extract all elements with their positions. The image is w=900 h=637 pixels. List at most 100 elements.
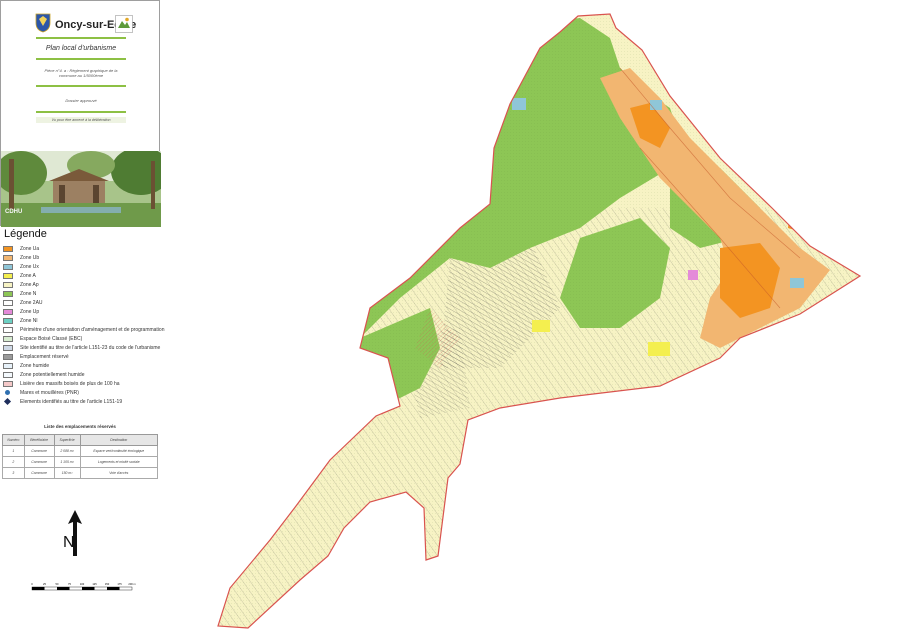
legend-label: Zone 2AU: [20, 300, 43, 306]
reserved-sites-title: Liste des emplacements réservés: [44, 424, 116, 429]
legend-label: Zone Ua: [20, 246, 40, 252]
legend-label: Site identifié au titre de l'article L15…: [20, 345, 161, 351]
legend-label: Zone N: [20, 291, 37, 297]
park-logo-icon: [115, 15, 133, 33]
legend-item: Zone potentiellement humide: [3, 371, 163, 380]
table-row: 3 Commune 150 m² Voie d'accès: [2, 467, 159, 479]
table-row: 2 Commune 1 105 m² Logements et mixité soci…: [2, 456, 159, 468]
legend-swatch: [3, 354, 13, 360]
legend-swatch: [3, 300, 13, 306]
scale-tick-label: 175: [117, 582, 122, 586]
reserved-sites-table: Numéro Bénéficiaire Superficie Destination …: [2, 434, 159, 479]
legend-swatch: [3, 345, 13, 351]
table-cell: 1 105 m²: [53, 456, 81, 468]
legend-label: Emplacement réservé: [20, 354, 69, 360]
table-header-row: Numéro Bénéficiaire Superficie Destination: [2, 434, 159, 446]
legend-swatch: [3, 318, 13, 324]
zone-ux-1[interactable]: [512, 98, 526, 110]
legend-label: Zone Ap: [20, 282, 39, 288]
zone-a-1[interactable]: [532, 320, 550, 332]
table-header-cell: Superficie: [53, 434, 81, 446]
coat-of-arms-icon: [35, 13, 51, 33]
zone-ux-2[interactable]: [650, 100, 662, 110]
legend-swatch: [3, 255, 13, 261]
table-header-cell: Numéro: [2, 434, 25, 446]
legend-label: Espace Boisé Classé (EBC): [20, 336, 83, 342]
legend-swatch: [3, 372, 13, 378]
legend-item: Zone Nl: [3, 317, 163, 326]
legend-swatch: [3, 282, 13, 288]
legend-item: Emplacement réservé: [3, 353, 163, 362]
dossier-status: Dossier approuvé: [65, 98, 97, 103]
legend-title: Légende: [4, 228, 47, 240]
scale-tick-label: 75: [68, 582, 71, 586]
legend-item: Espace Boisé Classé (EBC): [3, 335, 163, 344]
scale-tick-label: 0: [31, 582, 33, 586]
scale-bar: 0 25 50 75 100 125 150 175 200 m: [31, 582, 136, 591]
table-cell: Commune: [23, 445, 55, 457]
legend-label: Mares et mouillères (PNR): [20, 390, 79, 396]
table-cell: Voie d'accès: [79, 467, 159, 479]
divider: [36, 111, 126, 113]
legend-swatch: [3, 291, 13, 297]
cartouche-header: Oncy-sur-Ecole: [5, 9, 157, 37]
legend-label: Zone Up: [20, 309, 40, 315]
legend-item: Zone N: [3, 290, 163, 299]
legend-label: Zone Nl: [20, 318, 38, 324]
legend-swatch: [3, 381, 13, 387]
north-label: N: [63, 534, 75, 551]
table-cell: 2 088 m²: [53, 445, 81, 457]
table-cell: 2: [2, 456, 25, 468]
approval-note: Vu pour être annexé à la délibération: [36, 117, 126, 123]
legend-item: Elements identifiés au titre de l'articl…: [3, 397, 163, 407]
legend-label: Zone Ux: [20, 264, 39, 270]
legend-item: Zone Ub: [3, 254, 163, 263]
legend-item: Zone humide: [3, 362, 163, 371]
divider: [36, 58, 126, 60]
legend-label: Zone A: [20, 273, 36, 279]
legend: Zone Ua Zone Ub Zone Ux Zone A Zone Ap Zone N…: [3, 245, 165, 407]
zone-ux-3[interactable]: [790, 278, 804, 288]
photo-credit: CDHU: [5, 209, 23, 215]
legend-swatch: [3, 327, 13, 333]
table-cell: Commune: [23, 456, 55, 468]
table-cell: 1: [2, 445, 25, 457]
zoning-map[interactable]: [200, 8, 880, 633]
legend-swatch: [3, 246, 13, 252]
cover-photo: CDHU: [1, 151, 161, 227]
title-cartouche: Oncy-sur-Ecole Plan local d'urbanisme Pi…: [0, 0, 161, 227]
legend-label: Zone potentiellement humide: [20, 372, 85, 378]
zone-up[interactable]: [688, 270, 698, 280]
legend-item: Zone Up: [3, 308, 163, 317]
legend-item: Lisière des massifs boisés de plus de 10…: [3, 380, 163, 389]
table-cell: Espace vert/continuité écologique: [79, 445, 159, 457]
table-row: 1 Commune 2 088 m² Espace vert/continuité é…: [2, 445, 159, 457]
legend-item: Zone Ux: [3, 263, 163, 272]
legend-swatch: [3, 273, 13, 279]
legend-item: Site identifié au titre de l'article L15…: [3, 344, 163, 353]
commune-territory[interactable]: [200, 8, 880, 633]
legend-item: Zone Ua: [3, 245, 163, 254]
legend-swatch: [3, 363, 13, 369]
table-header-cell: Destination: [79, 434, 159, 446]
legend-label: Lisière des massifs boisés de plus de 10…: [20, 381, 120, 387]
legend-item: Périmètre d'une orientation d'aménagemen…: [3, 326, 165, 335]
scale-tick-label: 125: [92, 582, 97, 586]
scale-tick-label: 25: [43, 582, 46, 586]
scale-tick-label: 50: [56, 582, 59, 586]
legend-label: Elements identifiés au titre de l'articl…: [20, 399, 123, 405]
legend-swatch: [3, 336, 13, 342]
zone-a-2[interactable]: [648, 342, 670, 356]
legend-item: Zone Ap: [3, 281, 163, 290]
scale-tick-label: 150: [105, 582, 110, 586]
table-header-cell: Bénéficiaire: [23, 434, 55, 446]
table-cell: 150 m²: [53, 467, 81, 479]
legend-swatch: [5, 390, 10, 395]
table-cell: Commune: [23, 467, 55, 479]
legend-swatch: [3, 397, 12, 406]
scale-tick-label: 200 m: [128, 582, 135, 586]
table-cell: 3: [2, 467, 25, 479]
legend-label: Zone Ub: [20, 255, 40, 261]
scale-tick-label: 100: [80, 582, 85, 586]
table-cell: Logements et mixité sociale: [79, 456, 159, 468]
